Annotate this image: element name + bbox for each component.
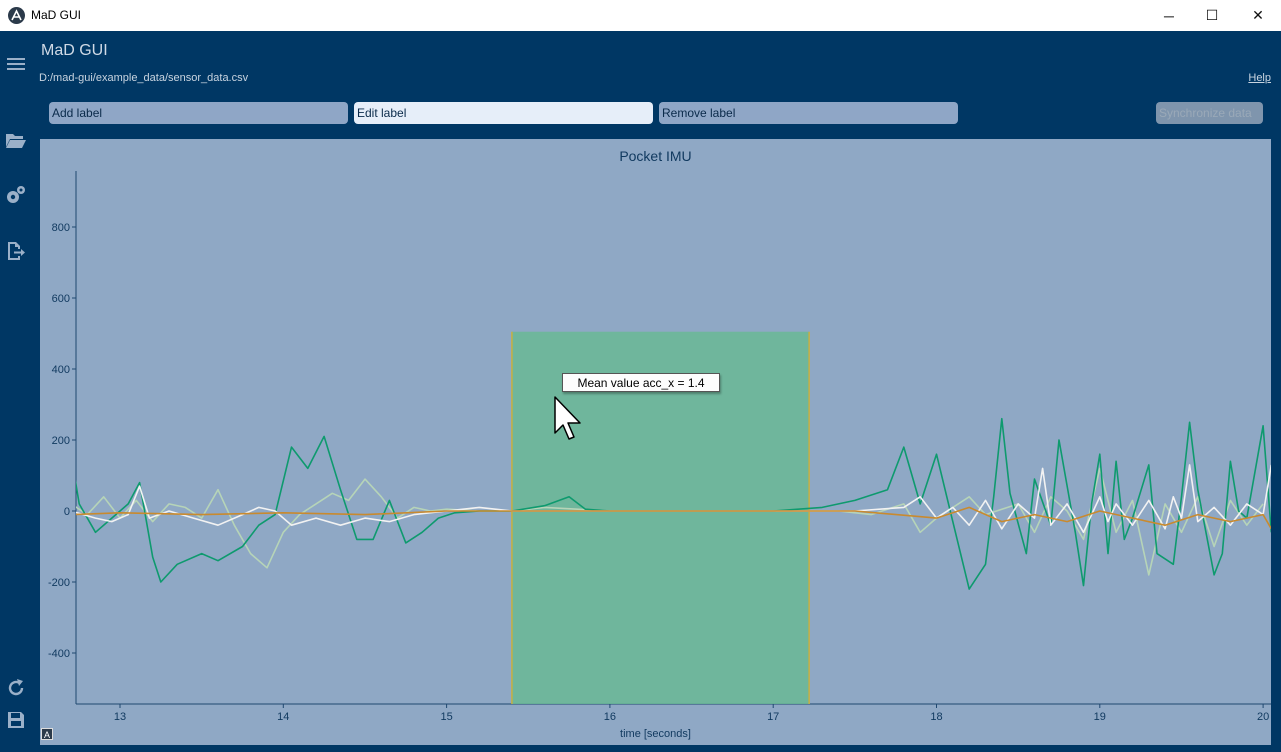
save-icon[interactable] — [3, 707, 29, 733]
menu-icon[interactable] — [3, 51, 29, 77]
edit-label-button[interactable]: Edit label — [354, 102, 653, 124]
plot-area[interactable]: Pocket IMU 13 14 15 16 17 18 19 20 -400 -200 0 200 4… — [40, 139, 1271, 745]
y-tick-label: 200 — [52, 435, 70, 447]
y-tick-label: 600 — [52, 293, 70, 305]
y-tick-label: -200 — [48, 577, 70, 589]
y-tick-label: -400 — [48, 648, 70, 660]
maximize-button[interactable]: ☐ — [1189, 0, 1235, 31]
mouse-cursor-icon — [553, 395, 587, 448]
refresh-icon[interactable] — [3, 675, 29, 701]
export-icon[interactable] — [3, 238, 29, 264]
x-tick-label: 20 — [1257, 711, 1269, 723]
x-tick-label: 18 — [930, 711, 942, 723]
window-title: MaD GUI — [31, 8, 82, 22]
app-logo-icon — [8, 7, 25, 24]
x-tick-label: 15 — [440, 711, 452, 723]
gears-icon[interactable] — [3, 182, 29, 208]
app-name: MaD GUI — [41, 42, 108, 59]
maximize-icon: ☐ — [1205, 7, 1219, 23]
add-label-button[interactable]: Add label — [49, 102, 348, 124]
x-tick-label: 19 — [1094, 711, 1106, 723]
y-tick-label: 400 — [52, 364, 70, 376]
window-titlebar: MaD GUI ─ ☐ ✕ — [0, 0, 1281, 31]
x-axis-label: time [seconds] — [620, 728, 691, 740]
minimize-icon: ─ — [1164, 7, 1174, 24]
file-path: D:/mad-gui/example_data/sensor_data.csv — [39, 72, 249, 84]
y-tick-label: 800 — [52, 222, 70, 234]
minimize-button[interactable]: ─ — [1146, 0, 1192, 31]
label-tooltip: Mean value acc_x = 1.4 — [562, 373, 720, 392]
sidebar — [0, 31, 32, 752]
x-tick-label: 14 — [277, 711, 289, 723]
x-tick-label: 17 — [767, 711, 779, 723]
x-tick-label: 13 — [114, 711, 126, 723]
close-button[interactable]: ✕ — [1235, 0, 1281, 31]
x-tick-label: 16 — [604, 711, 616, 723]
close-icon: ✕ — [1252, 7, 1264, 23]
synchronize-data-button[interactable]: Synchronize data — [1156, 102, 1263, 124]
auto-range-button[interactable]: A — [41, 728, 53, 740]
folder-open-icon[interactable] — [3, 127, 29, 153]
sensor-chart[interactable]: 13 14 15 16 17 18 19 20 -400 -200 0 200 400 600 800 — [40, 139, 1271, 745]
y-tick-label: 0 — [64, 506, 70, 518]
remove-label-button[interactable]: Remove label — [659, 102, 958, 124]
help-link[interactable]: Help — [1248, 72, 1271, 84]
